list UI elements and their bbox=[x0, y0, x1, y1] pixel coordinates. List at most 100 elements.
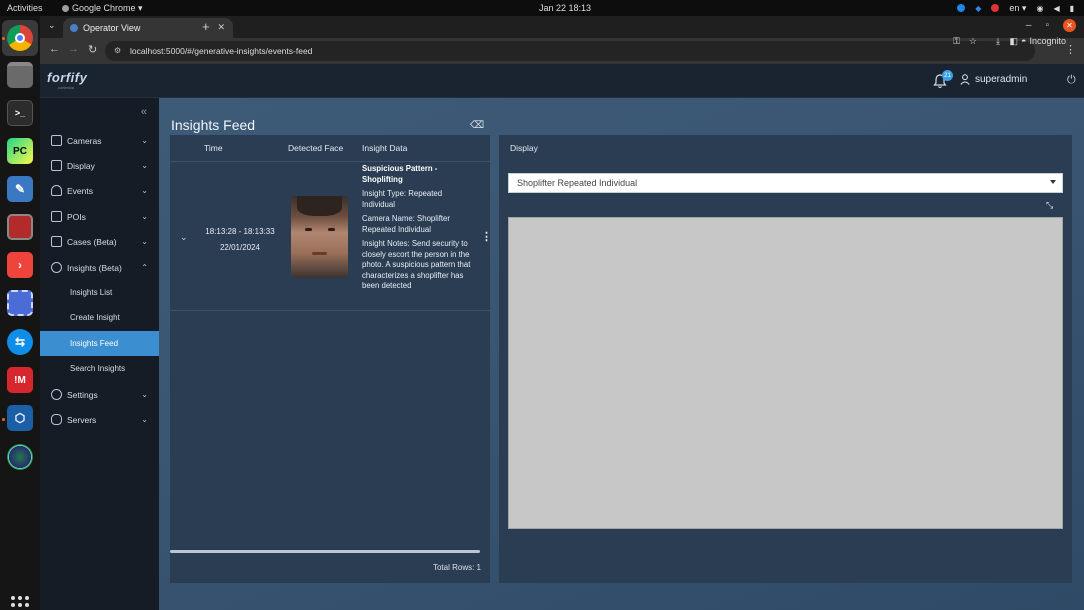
address-bar[interactable]: ⚙ localhost:5000/#/generative-insights/e… bbox=[105, 41, 1035, 61]
browser-toolbar: ← → ↻ ⚙ localhost:5000/#/generative-insi… bbox=[40, 36, 1084, 64]
event-time-cell: 18:13:28 - 18:13:33 22/01/2024 bbox=[197, 224, 283, 256]
download-icon[interactable]: ⤓ bbox=[996, 36, 1000, 47]
dropbox-tray-icon[interactable]: ◆ bbox=[975, 4, 981, 13]
network-icon[interactable]: ◉ bbox=[1036, 4, 1043, 13]
screenshot-tool-icon[interactable] bbox=[7, 290, 33, 316]
tab-favicon-icon bbox=[70, 24, 78, 32]
close-window-icon[interactable]: ✕ bbox=[1063, 19, 1076, 32]
camera-select-value: Shoplifter Repeated Individual bbox=[517, 178, 638, 188]
dock: >_ PC ✎ › ⇆ !M ⬡ bbox=[0, 16, 40, 610]
user-menu[interactable]: superadmin bbox=[960, 74, 1027, 85]
collapse-sidebar-icon[interactable]: « bbox=[141, 106, 147, 118]
sidebar-subitem-insights-list[interactable]: Insights List bbox=[40, 280, 159, 305]
sidebar-subitem-search-insights[interactable]: Search Insights bbox=[40, 356, 159, 381]
system-tray[interactable]: ◆ en ▾ ◉ ◀ ▮ bbox=[957, 3, 1074, 14]
expand-row-chevron-icon[interactable]: ⌄ bbox=[180, 232, 188, 243]
site-info-icon[interactable]: ⚙ bbox=[114, 46, 121, 55]
logo-subtext: cortexica bbox=[58, 85, 75, 90]
monitor-icon bbox=[51, 160, 62, 171]
mendeley-icon[interactable]: !M bbox=[7, 367, 33, 393]
clock[interactable]: Jan 22 18:13 bbox=[539, 3, 591, 13]
sidebar-subitem-insights-feed[interactable]: Insights Feed bbox=[40, 331, 159, 356]
chevron-up-icon: ⌃ bbox=[141, 263, 148, 272]
files-icon[interactable] bbox=[7, 62, 33, 88]
sidebar-item-settings[interactable]: Settings ⌄ bbox=[40, 382, 159, 407]
bell-icon bbox=[51, 185, 62, 196]
incognito-indicator[interactable]: ◓ Incognito bbox=[1021, 36, 1066, 46]
fortify-logo[interactable]: forfify bbox=[47, 70, 87, 85]
battery-icon[interactable]: ▮ bbox=[1070, 4, 1074, 13]
chrome-menu-icon[interactable]: ⋮ bbox=[1065, 43, 1076, 56]
pycharm-icon[interactable]: PC bbox=[7, 138, 33, 164]
camera-select-dropdown[interactable]: Shoplifter Repeated Individual bbox=[508, 173, 1063, 193]
teamviewer-icon[interactable]: ⇆ bbox=[7, 329, 33, 355]
text-editor-icon[interactable]: ✎ bbox=[7, 176, 33, 202]
globe-app-icon[interactable] bbox=[7, 444, 33, 470]
sidebar-item-label: Cases (Beta) bbox=[67, 236, 117, 247]
reload-icon[interactable]: ↻ bbox=[88, 43, 97, 56]
chevron-down-icon: ⌄ bbox=[141, 390, 148, 399]
user-icon bbox=[960, 74, 970, 85]
screen-recorder-icon[interactable] bbox=[7, 214, 33, 240]
sidebar-item-servers[interactable]: Servers ⌄ bbox=[40, 407, 159, 432]
teamviewer-tray-icon[interactable] bbox=[957, 4, 966, 12]
sidebar-item-cameras[interactable]: Cameras ⌄ bbox=[40, 128, 159, 153]
table-row[interactable]: ⌄ 18:13:28 - 18:13:33 22/01/2024 Suspici… bbox=[170, 161, 492, 311]
terminal-icon[interactable]: >_ bbox=[7, 100, 33, 126]
sidebar-item-pois[interactable]: POIs ⌄ bbox=[40, 204, 159, 229]
exit-fullscreen-icon[interactable]: ⤡ bbox=[1046, 200, 1053, 211]
chrome-icon[interactable] bbox=[7, 25, 33, 51]
virtualbox-icon[interactable]: ⬡ bbox=[7, 405, 33, 431]
table-header: Time Detected Face Insight Data bbox=[170, 135, 490, 161]
dock-running-indicator bbox=[2, 418, 5, 421]
detected-face-thumbnail[interactable] bbox=[291, 196, 348, 278]
minimize-icon[interactable]: – bbox=[1026, 20, 1032, 31]
sidebar-item-insights[interactable]: Insights (Beta) ⌃ bbox=[40, 255, 159, 280]
window-controls: – ▫ ✕ bbox=[1026, 19, 1076, 32]
red-tray-icon[interactable] bbox=[991, 4, 1000, 12]
database-icon bbox=[51, 414, 62, 425]
folder-icon bbox=[51, 236, 62, 247]
row-actions-menu-icon[interactable]: ⋮ bbox=[481, 230, 492, 243]
show-apps-icon[interactable] bbox=[11, 596, 29, 610]
sidebar-item-display[interactable]: Display ⌄ bbox=[40, 153, 159, 178]
page-title: Insights Feed bbox=[171, 117, 256, 133]
clear-feed-eraser-icon[interactable]: ⌫ bbox=[470, 120, 484, 131]
column-header-time: Time bbox=[204, 143, 223, 153]
password-key-icon[interactable]: ⚿ bbox=[953, 36, 960, 47]
logout-power-icon[interactable]: ⏻ bbox=[1067, 74, 1076, 87]
sidebar-subitem-create-insight[interactable]: Create Insight bbox=[40, 305, 159, 330]
app-header: forfify cortexica 21 superadmin ⏻ bbox=[40, 64, 1084, 98]
chevron-down-icon: ⌄ bbox=[141, 186, 148, 195]
sidebar-item-cases[interactable]: Cases (Beta) ⌄ bbox=[40, 229, 159, 254]
column-header-insight-data: Insight Data bbox=[362, 143, 408, 153]
tab-search-icon[interactable]: ⌄ bbox=[48, 20, 56, 31]
sidebar: « Cameras ⌄ Display ⌄ Events ⌄ POIs ⌄ Ca… bbox=[40, 98, 159, 610]
app-menu[interactable]: Google Chrome ▾ bbox=[62, 3, 143, 14]
new-tab-button[interactable]: + bbox=[202, 19, 210, 34]
url-text: localhost:5000/#/generative-insights/eve… bbox=[130, 46, 313, 56]
maximize-icon[interactable]: ▫ bbox=[1045, 20, 1049, 31]
tab-close-icon[interactable]: ✕ bbox=[217, 22, 225, 33]
incognito-label: Incognito bbox=[1029, 36, 1066, 46]
volume-icon[interactable]: ◀ bbox=[1053, 4, 1059, 13]
chevron-down-icon: ⌄ bbox=[141, 415, 148, 424]
insight-title: Suspicious Pattern - Shoplifting bbox=[362, 164, 438, 184]
display-panel-title: Display bbox=[510, 143, 538, 153]
horizontal-scrollbar[interactable] bbox=[170, 550, 480, 553]
dock-running-indicator bbox=[2, 37, 5, 40]
insights-feed-table: Time Detected Face Insight Data ⌄ 18:13:… bbox=[170, 135, 492, 583]
browser-tab-strip: ⌄ Operator View ✕ + – ▫ ✕ bbox=[40, 16, 1084, 38]
bookmark-star-icon[interactable]: ☆ bbox=[969, 36, 977, 47]
language-indicator[interactable]: en ▾ bbox=[1009, 3, 1026, 14]
activities-button[interactable]: Activities bbox=[7, 3, 43, 13]
back-icon[interactable]: ← bbox=[49, 43, 60, 55]
anydesk-icon[interactable]: › bbox=[7, 252, 33, 278]
camera-video-feed[interactable] bbox=[508, 217, 1063, 529]
forward-icon[interactable]: → bbox=[68, 43, 79, 55]
insight-type: Insight Type: Repeated Individual bbox=[362, 189, 443, 209]
chevron-down-icon: ⌄ bbox=[141, 161, 148, 170]
sidebar-item-label: Display bbox=[67, 160, 95, 171]
side-panel-icon[interactable]: ◧ bbox=[1009, 36, 1018, 47]
sidebar-item-events[interactable]: Events ⌄ bbox=[40, 178, 159, 203]
